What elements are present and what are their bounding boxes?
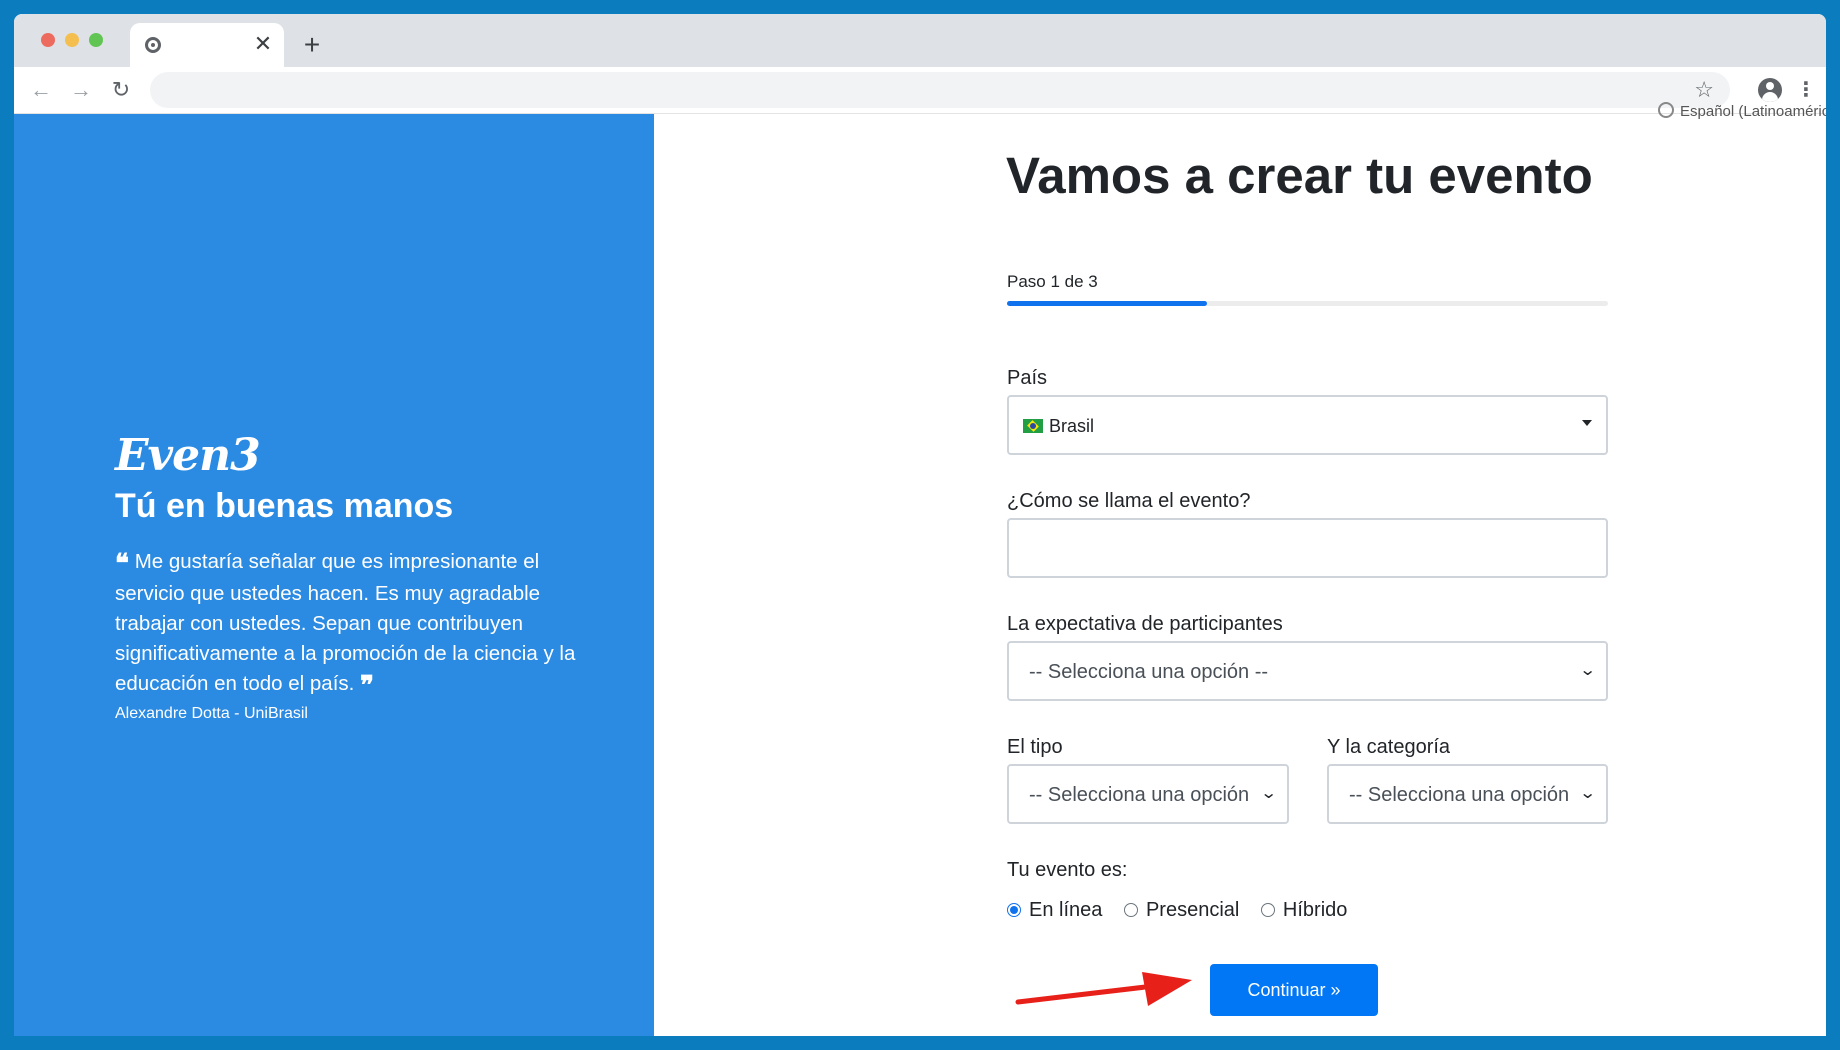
country-value: Brasil bbox=[1049, 416, 1095, 436]
category-value: -- Selecciona una opción bbox=[1349, 784, 1570, 806]
minimize-window-button[interactable] bbox=[65, 33, 79, 47]
language-selector[interactable]: Español (Latinoamérica) bbox=[1658, 102, 1826, 120]
page-content: Even3 Tú en buenas manos ❝ Me gustaría s… bbox=[14, 102, 1826, 1036]
radio-option-online[interactable]: En línea bbox=[1007, 899, 1102, 922]
radio-button-hibrido[interactable] bbox=[1260, 903, 1275, 918]
step-indicator: Paso 1 de 3 bbox=[1007, 272, 1098, 291]
participants-value: -- Selecciona una opción -- bbox=[1029, 661, 1269, 683]
close-tab-icon[interactable]: ✕ bbox=[252, 33, 274, 55]
back-arrow-icon[interactable]: ← bbox=[28, 77, 54, 103]
event-mode-radio-group: En línea Presencial Híbrido bbox=[1007, 899, 1363, 929]
close-window-button[interactable] bbox=[41, 33, 55, 47]
radio-option-hibrido[interactable]: Híbrido bbox=[1260, 899, 1348, 922]
type-value: -- Selecciona una opción bbox=[1029, 784, 1250, 806]
testimonial-author: Alexandre Dotta - UniBrasil bbox=[115, 705, 308, 722]
radio-label-online: En línea bbox=[1029, 899, 1103, 922]
reload-icon[interactable]: ↻ bbox=[108, 77, 134, 103]
double-chevron-right-icon: » bbox=[1330, 980, 1341, 1000]
continue-label: Continuar bbox=[1247, 980, 1326, 1000]
testimonial-text: Me gustaría señalar que es impresionante… bbox=[115, 550, 576, 695]
quote-open-icon: ❝ bbox=[115, 549, 129, 579]
new-tab-button[interactable]: + bbox=[300, 31, 324, 59]
bookmark-star-icon[interactable]: ☆ bbox=[1694, 78, 1714, 102]
brand-panel: Even3 Tú en buenas manos ❝ Me gustaría s… bbox=[14, 114, 654, 1036]
type-label: El tipo bbox=[1007, 736, 1063, 758]
event-mode-label: Tu evento es: bbox=[1007, 859, 1128, 881]
chevron-down-icon: ⌄ bbox=[1578, 785, 1597, 802]
participants-label: La expectativa de participantes bbox=[1007, 613, 1283, 635]
browser-window: ✕ + ← → ↻ ☆ ⋮ Even3 Tú en buenas manos ❝… bbox=[14, 14, 1826, 1036]
progress-bar bbox=[1007, 301, 1608, 306]
category-label: Y la categoría bbox=[1327, 736, 1451, 758]
progress-bar-fill bbox=[1007, 301, 1208, 306]
browser-menu-icon[interactable]: ⋮ bbox=[1796, 77, 1816, 103]
chevron-down-icon: ⌄ bbox=[1578, 662, 1597, 679]
globe-icon bbox=[1658, 102, 1674, 118]
category-select[interactable]: -- Selecciona una opción ⌄ bbox=[1327, 764, 1608, 824]
chevron-down-icon: ⌄ bbox=[1259, 785, 1278, 802]
even3-logo: Even3 bbox=[115, 430, 261, 481]
browser-toolbar: ← → ↻ ☆ ⋮ bbox=[14, 67, 1826, 114]
dropdown-caret-icon bbox=[1582, 420, 1592, 426]
radio-label-hibrido: Híbrido bbox=[1282, 899, 1348, 922]
continue-button[interactable]: Continuar » bbox=[1210, 964, 1378, 1016]
chrome-icon bbox=[145, 37, 161, 53]
forward-arrow-icon[interactable]: → bbox=[68, 77, 94, 103]
maximize-window-button[interactable] bbox=[89, 33, 103, 47]
profile-avatar-icon[interactable] bbox=[1758, 78, 1782, 102]
participants-select[interactable]: -- Selecciona una opción -- ⌄ bbox=[1007, 641, 1608, 701]
language-label: Español (Latinoamérica) bbox=[1680, 103, 1826, 120]
radio-label-presencial: Presencial bbox=[1145, 899, 1240, 922]
radio-button-online[interactable] bbox=[1007, 903, 1021, 918]
radio-option-presencial[interactable]: Presencial bbox=[1123, 899, 1240, 922]
type-select[interactable]: -- Selecciona una opción ⌄ bbox=[1007, 764, 1289, 824]
tagline: Tú en buenas manos bbox=[115, 487, 454, 525]
form-panel: Español (Latinoamérica) Vamos a crear tu… bbox=[654, 102, 1826, 1036]
quote-close-icon: ❞ bbox=[360, 671, 375, 701]
page-title: Vamos a crear tu evento bbox=[1006, 147, 1593, 204]
testimonial-quote: ❝ Me gustaría señalar que es impresionan… bbox=[115, 547, 585, 701]
browser-tab[interactable]: ✕ bbox=[130, 23, 284, 67]
country-label: País bbox=[1007, 367, 1048, 389]
event-name-label: ¿Cómo se llama el evento? bbox=[1007, 490, 1251, 512]
country-select[interactable]: Brasil bbox=[1007, 395, 1608, 455]
annotation-arrow bbox=[1015, 972, 1192, 1006]
radio-button-presencial[interactable] bbox=[1123, 903, 1138, 918]
tab-strip: ✕ + bbox=[14, 14, 1826, 67]
address-bar[interactable]: ☆ bbox=[150, 72, 1730, 108]
brazil-flag-icon bbox=[1023, 419, 1043, 433]
event-name-input[interactable] bbox=[1007, 518, 1608, 578]
